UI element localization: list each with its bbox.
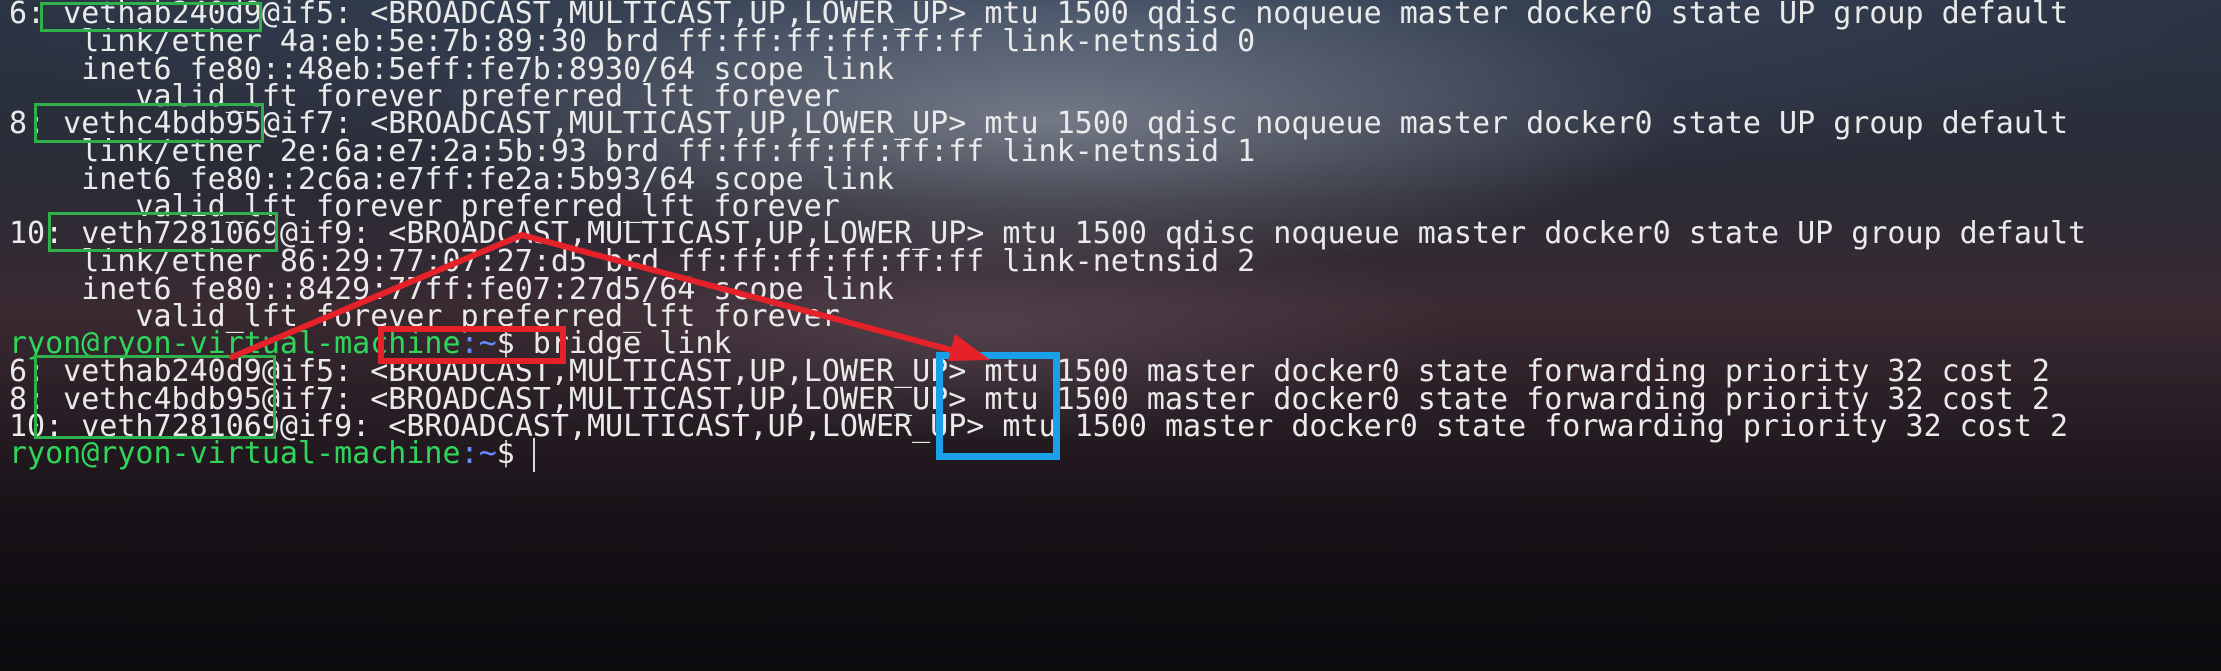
prompt-user-host: ryon@ryon-virtual-machine (9, 436, 461, 471)
terminal-window[interactable]: 6: vethab240d9@if5: <BROADCAST,MULTICAST… (0, 0, 2221, 671)
prompt-path: :~ (460, 436, 497, 471)
text-cursor (532, 437, 535, 472)
prompt-sign: $ (496, 436, 515, 471)
shell-prompt-line[interactable]: ryon@ryon-virtual-machine:~$ (9, 434, 535, 473)
